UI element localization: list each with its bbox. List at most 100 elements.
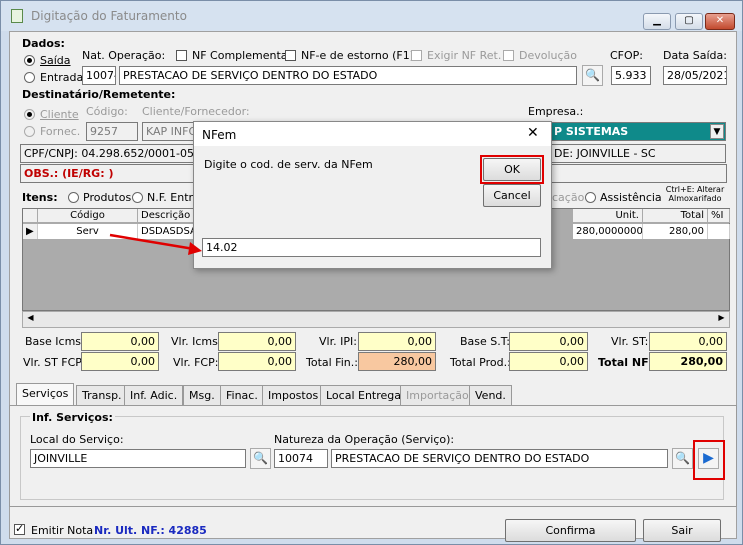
assistencia-label: Assistência bbox=[600, 191, 662, 204]
emitir-nota-label: Emitir Nota bbox=[31, 524, 94, 537]
app-icon bbox=[11, 9, 23, 23]
emitir-nota-checkbox[interactable] bbox=[14, 522, 25, 535]
entrada-radio[interactable] bbox=[24, 72, 35, 83]
nf-entrada-radio[interactable] bbox=[132, 192, 143, 203]
vlr-st-fcp-label: Vlr. ST FCP: bbox=[23, 356, 86, 369]
total-prod-field[interactable]: 0,00 bbox=[509, 352, 588, 371]
red-arrow-annotation bbox=[109, 233, 202, 255]
natureza-code-input[interactable]: 10074 bbox=[274, 449, 328, 468]
cell-unit[interactable]: 280,0000000 bbox=[573, 224, 643, 239]
natureza-search-icon[interactable]: 🔍 bbox=[672, 448, 693, 469]
col-total[interactable]: Total bbox=[643, 209, 708, 223]
cell-total[interactable]: 280,00 bbox=[643, 224, 708, 239]
tab-msg[interactable]: Msg. bbox=[183, 385, 221, 405]
tab-impostos[interactable]: Impostos bbox=[262, 385, 325, 405]
codigo-input[interactable]: 9257 bbox=[86, 122, 138, 141]
data-saida-label: Data Saída: bbox=[663, 49, 727, 62]
nfem-code-input[interactable]: 14.02 bbox=[202, 238, 541, 257]
fornec-radio[interactable] bbox=[24, 126, 35, 137]
cfop-input[interactable]: 5.933 bbox=[611, 66, 651, 85]
window-title: Digitação do Faturamento bbox=[31, 9, 187, 23]
scroll-left-icon[interactable]: ◀ bbox=[24, 313, 37, 326]
tab-vend[interactable]: Vend. bbox=[469, 385, 512, 405]
nf-estorno-label: NF-e de estorno (F1) bbox=[301, 49, 415, 62]
row-indicator-icon: ▶ bbox=[23, 224, 38, 239]
vlr-st-fcp-field[interactable]: 0,00 bbox=[81, 352, 159, 371]
vlr-st-label: Vlr. ST: bbox=[611, 335, 649, 348]
col-unit[interactable]: Unit. bbox=[573, 209, 643, 223]
nat-desc-input[interactable]: PRESTACAO DE SERVIÇO DENTRO DO ESTADO bbox=[119, 66, 577, 85]
minimize-button[interactable]: ▁ bbox=[643, 13, 671, 30]
dialog-title: NFem bbox=[202, 128, 237, 142]
nf-estorno-checkbox[interactable] bbox=[285, 50, 296, 61]
vlr-icms-label: Vlr. Icms: bbox=[171, 335, 222, 348]
col-percent[interactable]: %I bbox=[708, 209, 730, 223]
vlr-ipi-field[interactable]: 0,00 bbox=[358, 332, 436, 351]
highlight-box-ok bbox=[480, 155, 544, 184]
vlr-st-field[interactable]: 0,00 bbox=[649, 332, 727, 351]
destinatario-section-label: Destinatário/Remetente: bbox=[22, 88, 176, 101]
nr-ult-nf-label: Nr. Ult. NF.: 42885 bbox=[94, 524, 207, 537]
tab-local-entrega[interactable]: Local Entrega bbox=[320, 385, 408, 405]
local-servico-input[interactable]: JOINVILLE bbox=[30, 449, 246, 468]
cfop-label: CFOP: bbox=[610, 49, 644, 62]
itens-section-label: Itens: bbox=[22, 191, 58, 204]
cidade-field: DE: JOINVILLE - SC bbox=[550, 144, 726, 163]
maximize-button[interactable]: ▢ bbox=[675, 13, 703, 30]
inf-servicos-label: Inf. Serviços: bbox=[30, 411, 115, 424]
produtos-radio[interactable] bbox=[68, 192, 79, 203]
nat-code-input[interactable]: 10074 bbox=[82, 66, 116, 85]
base-st-label: Base S.T: bbox=[460, 335, 510, 348]
servicos-panel: Inf. Serviços: Local do Serviço: JOINVIL… bbox=[9, 405, 737, 507]
tab-finac[interactable]: Finac. bbox=[220, 385, 264, 405]
tab-importacao[interactable]: Importação bbox=[400, 385, 475, 405]
vlr-ipi-label: Vlr. IPI: bbox=[319, 335, 357, 348]
local-search-icon[interactable]: 🔍 bbox=[250, 448, 271, 469]
cliente-radio[interactable] bbox=[24, 109, 35, 120]
vlr-fcp-field[interactable]: 0,00 bbox=[218, 352, 296, 371]
tab-servicos[interactable]: Serviços bbox=[16, 383, 75, 406]
nf-complementar-checkbox[interactable] bbox=[176, 50, 187, 61]
horizontal-scrollbar[interactable]: ◀ ▶ bbox=[22, 311, 730, 328]
dados-section-label: Dados: bbox=[22, 37, 65, 50]
data-saida-input[interactable]: 28/05/2021 bbox=[663, 66, 727, 85]
empresa-label: Empresa.: bbox=[528, 105, 584, 118]
chevron-down-icon[interactable]: ▼ bbox=[710, 124, 724, 139]
natureza-desc-input[interactable]: PRESTACAO DE SERVIÇO DENTRO DO ESTADO bbox=[331, 449, 668, 468]
nfem-dialog: NFem ✕ Digite o cod. de serv. da NFem OK… bbox=[193, 121, 552, 269]
total-fin-label: Total Fin.: bbox=[306, 356, 358, 369]
dialog-close-icon[interactable]: ✕ bbox=[527, 125, 539, 141]
cacao-label: cação bbox=[552, 191, 585, 204]
col-codigo[interactable]: Código bbox=[38, 209, 138, 223]
total-fin-field[interactable]: 280,00 bbox=[358, 352, 436, 371]
vlr-fcp-label: Vlr. FCP: bbox=[173, 356, 219, 369]
cancel-button[interactable]: Cancel bbox=[483, 184, 541, 207]
produtos-label: Produtos bbox=[83, 191, 132, 204]
tab-transp[interactable]: Transp. bbox=[76, 385, 128, 405]
devolucao-checkbox[interactable] bbox=[503, 50, 514, 61]
main-window: Digitação do Faturamento ▁ ▢ ✕ Dados: Sa… bbox=[0, 0, 743, 545]
codigo-label: Código: bbox=[86, 105, 128, 118]
close-button[interactable]: ✕ bbox=[705, 13, 735, 30]
base-icms-field[interactable]: 0,00 bbox=[81, 332, 159, 351]
base-st-field[interactable]: 0,00 bbox=[509, 332, 588, 351]
fornec-label: Fornec. bbox=[40, 125, 81, 138]
total-nf-field[interactable]: 280,00 bbox=[649, 352, 727, 371]
base-icms-label: Base Icms: bbox=[25, 335, 85, 348]
tab-inf-adic[interactable]: Inf. Adic. bbox=[124, 385, 184, 405]
assistencia-radio[interactable] bbox=[585, 192, 596, 203]
saida-radio[interactable] bbox=[24, 55, 35, 66]
dialog-body: Digite o cod. de serv. da NFem OK Cancel… bbox=[194, 146, 551, 268]
vlr-icms-field[interactable]: 0,00 bbox=[218, 332, 296, 351]
col-descricao[interactable]: Descrição bbox=[138, 209, 198, 223]
nf-entrada-label: N.F. Entra bbox=[147, 191, 200, 204]
sair-button[interactable]: Sair bbox=[643, 519, 721, 542]
empresa-select[interactable]: P SISTEMAS bbox=[550, 122, 726, 141]
natureza-label: Natureza da Operação (Serviço): bbox=[274, 433, 455, 446]
scroll-right-icon[interactable]: ▶ bbox=[715, 313, 728, 326]
confirma-button[interactable]: Confirma bbox=[505, 519, 636, 542]
total-nf-label: Total NF: bbox=[598, 356, 653, 369]
exigir-nf-ret-checkbox[interactable] bbox=[411, 50, 422, 61]
dialog-prompt: Digite o cod. de serv. da NFem bbox=[204, 158, 373, 171]
search-icon[interactable]: 🔍 bbox=[582, 65, 603, 86]
